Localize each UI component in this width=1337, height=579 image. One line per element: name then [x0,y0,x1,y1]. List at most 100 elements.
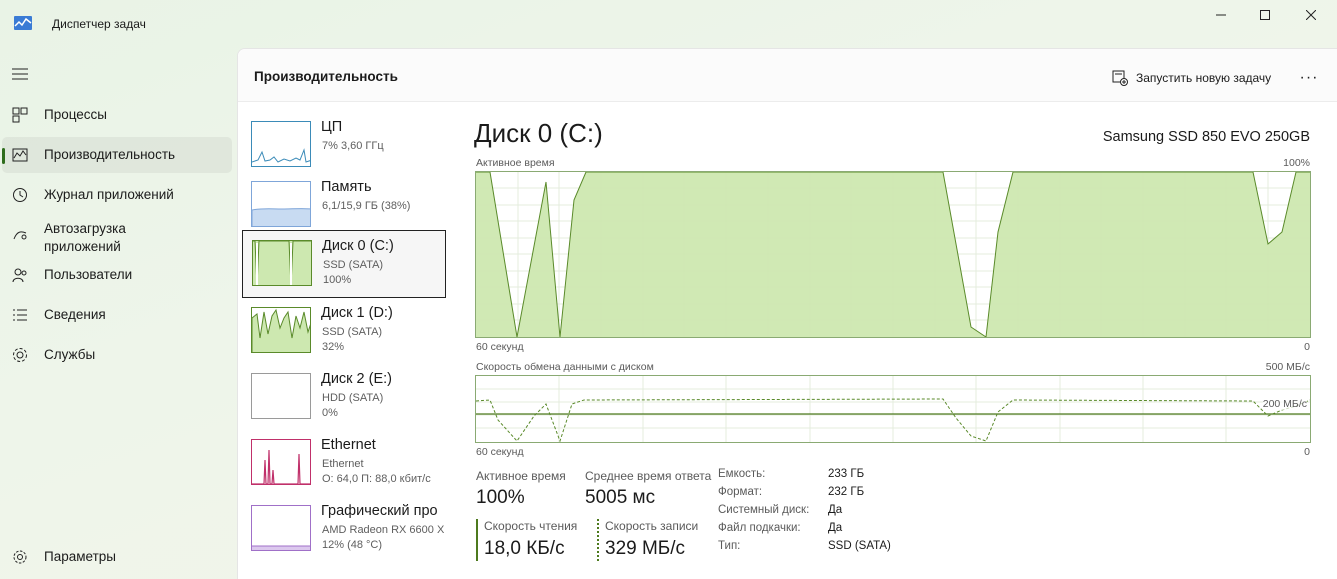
device-item-disk-2[interactable]: Диск 2 (E:) HDD (SATA) 0% [242,364,446,432]
device-usage: 32% [322,341,345,353]
run-task-icon [1112,70,1128,86]
processes-icon [12,107,28,123]
nav-item-label: Службы [44,347,96,362]
device-item-gpu[interactable]: Графический про AMD Radeon RX 6600 X 12%… [242,496,446,564]
prop-key: Формат: [718,486,763,498]
nav-item-label: Производительность [44,147,176,162]
active-time-graph-max: 100% [1283,157,1310,169]
device-item-disk-0[interactable]: Диск 0 (C:) SSD (SATA) 100% [242,230,446,298]
read-speed-value: 18,0 КБ/с [484,538,565,559]
nav-item-settings[interactable]: Параметры [2,539,232,575]
run-task-label: Запустить новую задачу [1136,71,1272,85]
performance-icon [12,148,28,162]
cpu-thumbnail-graph [251,121,311,167]
services-icon [13,348,27,362]
device-usage: 12% (48 °C) [322,539,383,551]
device-name: Графический про [321,503,438,519]
prop-key: Емкость: [718,468,766,480]
prop-key: Тип: [718,540,741,552]
disk-title: Диск 0 (C:) [474,118,603,148]
active-time-graph-label: Активное время [476,157,555,169]
nav-item-users[interactable]: Пользователи [2,257,232,293]
nav-item-label: Процессы [44,107,108,122]
device-detail: SSD (SATA) [322,326,383,338]
device-item-cpu[interactable]: ЦП 7% 3,60 ГГц [242,112,446,180]
active-time-graph [475,171,1311,338]
disk1-thumbnail-graph [251,307,311,353]
transfer-graph-left-label: 60 секунд [476,446,524,458]
nav-item-label: Параметры [44,549,116,564]
device-name: ЦП [321,119,343,135]
app-history-icon [13,188,27,202]
prop-value: Да [828,504,843,516]
response-time-value: 5005 мс [585,487,656,508]
nav-item-label: приложений [44,239,121,254]
nav-item-performance[interactable]: Производительность [2,137,232,173]
transfer-rate-graph: 200 МБ/с [475,375,1311,443]
transfer-graph-max: 500 МБ/с [1265,361,1310,373]
prop-value: Да [828,522,843,534]
device-detail: 7% 3,60 ГГц [322,140,384,152]
nav-item-label: Автозагрузка [44,221,126,236]
prop-value: SSD (SATA) [828,540,891,552]
content-panel: Производительность Запустить новую задач… [237,48,1337,579]
active-indicator [2,148,5,164]
active-graph-left-label: 60 секунд [476,341,524,353]
device-detail: SSD (SATA) [323,259,384,271]
device-name: Диск 2 (E:) [321,371,392,387]
prop-value: 232 ГБ [828,486,865,498]
task-manager-app-icon [14,16,32,30]
device-name: Диск 0 (C:) [322,238,394,254]
active-time-label: Активное время [476,469,566,483]
close-button[interactable] [1288,0,1334,30]
active-time-value: 100% [476,487,525,508]
device-name: Ethernet [321,437,376,453]
app-title: Диспетчер задач [52,17,146,31]
read-speed-indicator [476,519,478,561]
device-item-disk-1[interactable]: Диск 1 (D:) SSD (SATA) 32% [242,298,446,366]
read-speed-label: Скорость чтения [484,519,578,533]
nav-item-processes[interactable]: Процессы [2,97,232,133]
prop-value: 233 ГБ [828,468,865,480]
nav-sidebar: Процессы Производительность Журнал прило… [0,50,236,579]
settings-gear-icon [13,550,27,564]
startup-icon [13,231,27,240]
nav-item-label: Пользователи [44,267,133,282]
transfer-graph-mid-label: 200 МБ/с [1262,398,1307,410]
nav-item-services[interactable]: Службы [2,337,232,373]
write-speed-indicator [597,519,599,561]
nav-item-label: Сведения [44,307,106,322]
more-options-button[interactable]: ··· [1298,67,1320,89]
title-bar: Диспетчер задач [0,0,1337,48]
device-name: Память [321,179,372,195]
device-usage: О: 64,0 П: 88,0 кбит/с [322,473,431,485]
device-name: Диск 1 (D:) [321,305,393,321]
memory-thumbnail-graph [251,181,311,227]
nav-item-app-history[interactable]: Журнал приложений [2,177,232,213]
disk-model: Samsung SSD 850 EVO 250GB [1102,129,1310,145]
run-new-task-button[interactable]: Запустить новую задачу [1112,67,1271,89]
nav-item-details[interactable]: Сведения [2,297,232,333]
device-detail: 6,1/15,9 ГБ (38%) [322,200,411,212]
ethernet-thumbnail-graph [251,439,311,485]
page-header: Производительность Запустить новую задач… [238,49,1337,102]
maximize-button[interactable] [1242,0,1288,30]
transfer-graph-right-label: 0 [1304,446,1310,458]
device-detail: AMD Radeon RX 6600 X [322,524,445,536]
write-speed-value: 329 МБ/с [605,538,686,559]
nav-item-label: Журнал приложений [44,187,174,202]
disk0-thumbnail-graph [252,240,312,286]
device-detail: Ethernet [322,458,364,470]
write-speed-label: Скорость записи [605,519,699,533]
response-time-label: Среднее время ответа [585,469,712,483]
prop-key: Файл подкачки: [718,522,801,534]
hamburger-menu-icon[interactable] [12,68,28,80]
details-icon [13,309,27,321]
disk2-thumbnail-graph [251,373,311,419]
device-item-ethernet[interactable]: Ethernet Ethernet О: 64,0 П: 88,0 кбит/с [242,430,446,498]
transfer-graph-label: Скорость обмена данными с диском [476,361,654,373]
users-icon [12,268,27,283]
active-graph-right-label: 0 [1304,341,1310,353]
minimize-button[interactable] [1198,0,1244,30]
page-title: Производительность [254,69,398,84]
